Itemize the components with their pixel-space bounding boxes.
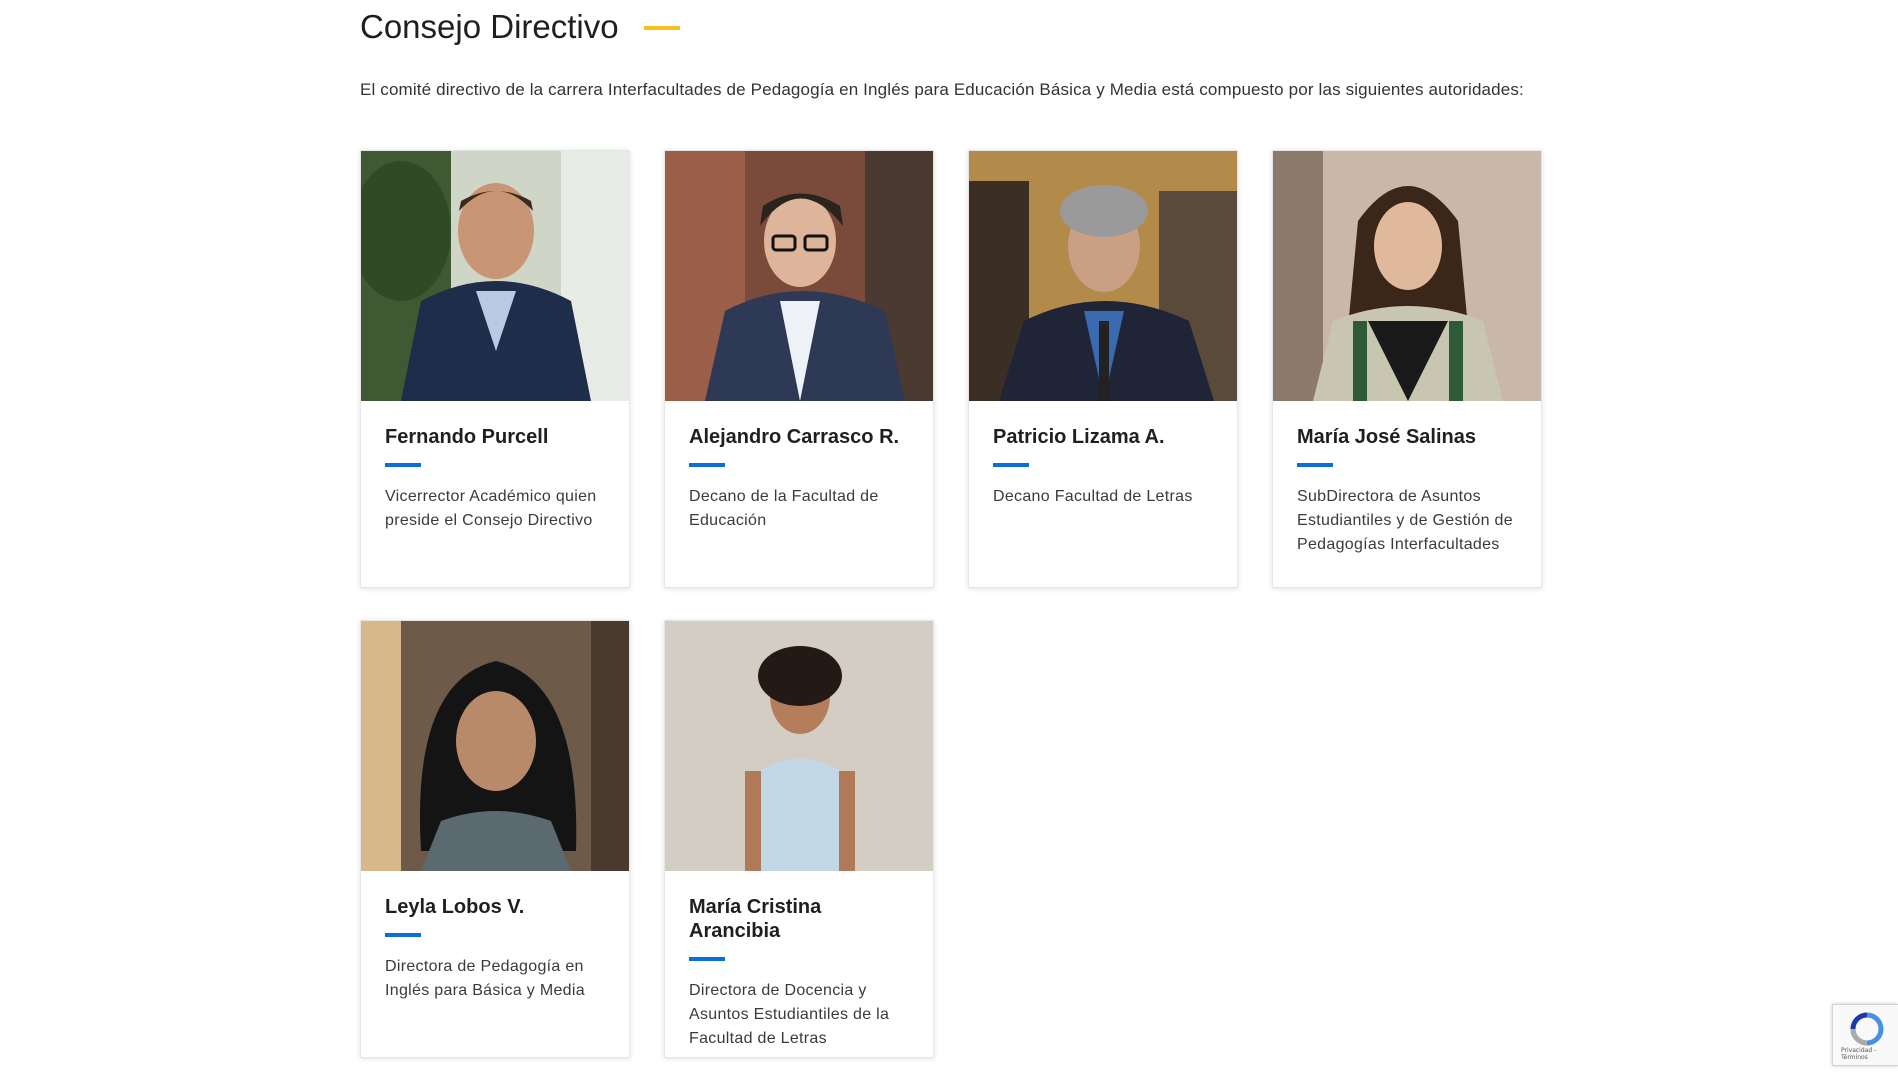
- member-name: Patricio Lizama A.: [993, 426, 1165, 448]
- name-accent-bar: [385, 933, 421, 937]
- member-role: Decano de la Facultad de Educación: [689, 488, 879, 529]
- name-accent-bar: [993, 463, 1029, 467]
- member-name: María José Salinas: [1297, 426, 1476, 448]
- member-role: Decano Facultad de Letras: [993, 488, 1193, 505]
- name-accent-bar: [689, 463, 725, 467]
- section-title: Consejo Directivo: [360, 8, 619, 45]
- section-intro: El comité directivo de la carrera Interf…: [360, 80, 1524, 99]
- recaptcha-terms[interactable]: Privacidad - Términos: [1841, 1047, 1898, 1061]
- member-role: Directora de Pedagogía en Inglés para Bá…: [385, 958, 585, 999]
- member-photo: [969, 151, 1237, 401]
- member-photo: [1273, 151, 1541, 401]
- member-photo: [361, 621, 629, 871]
- member-photo: [361, 151, 629, 401]
- member-role: SubDirectora de Asuntos Estudiantiles y …: [1297, 488, 1513, 553]
- member-card: Leyla Lobos V. Directora de Pedagogía en…: [360, 620, 630, 1058]
- member-role: Directora de Docencia y Asuntos Estudian…: [689, 982, 890, 1047]
- consejo-directivo-section: Consejo Directivo El comité directivo de…: [360, 0, 1550, 1058]
- member-name: Fernando Purcell: [385, 426, 549, 448]
- member-card: María Cristina Arancibia Directora de Do…: [664, 620, 934, 1058]
- member-card: Alejandro Carrasco R. Decano de la Facul…: [664, 150, 934, 588]
- member-photo: [665, 621, 933, 871]
- member-photo: [665, 151, 933, 401]
- member-name: Alejandro Carrasco R.: [689, 426, 900, 448]
- member-name: Leyla Lobos V.: [385, 896, 525, 918]
- member-name: María Cristina Arancibia: [689, 896, 822, 942]
- title-accent-bar: [643, 26, 680, 30]
- name-accent-bar: [385, 463, 421, 467]
- name-accent-bar: [1297, 463, 1333, 467]
- member-role: Vicerrector Académico quien preside el C…: [385, 488, 597, 529]
- recaptcha-icon: [1850, 1012, 1884, 1046]
- members-grid: Fernando Purcell Vicerrector Académico q…: [360, 150, 1544, 1058]
- name-accent-bar: [689, 957, 725, 961]
- member-card: María José Salinas SubDirectora de Asunt…: [1272, 150, 1542, 588]
- recaptcha-badge[interactable]: Privacidad - Términos: [1832, 1004, 1898, 1066]
- section-header: Consejo Directivo: [360, 0, 1550, 54]
- member-card: Fernando Purcell Vicerrector Académico q…: [360, 150, 630, 588]
- member-card: Patricio Lizama A. Decano Facultad de Le…: [968, 150, 1238, 588]
